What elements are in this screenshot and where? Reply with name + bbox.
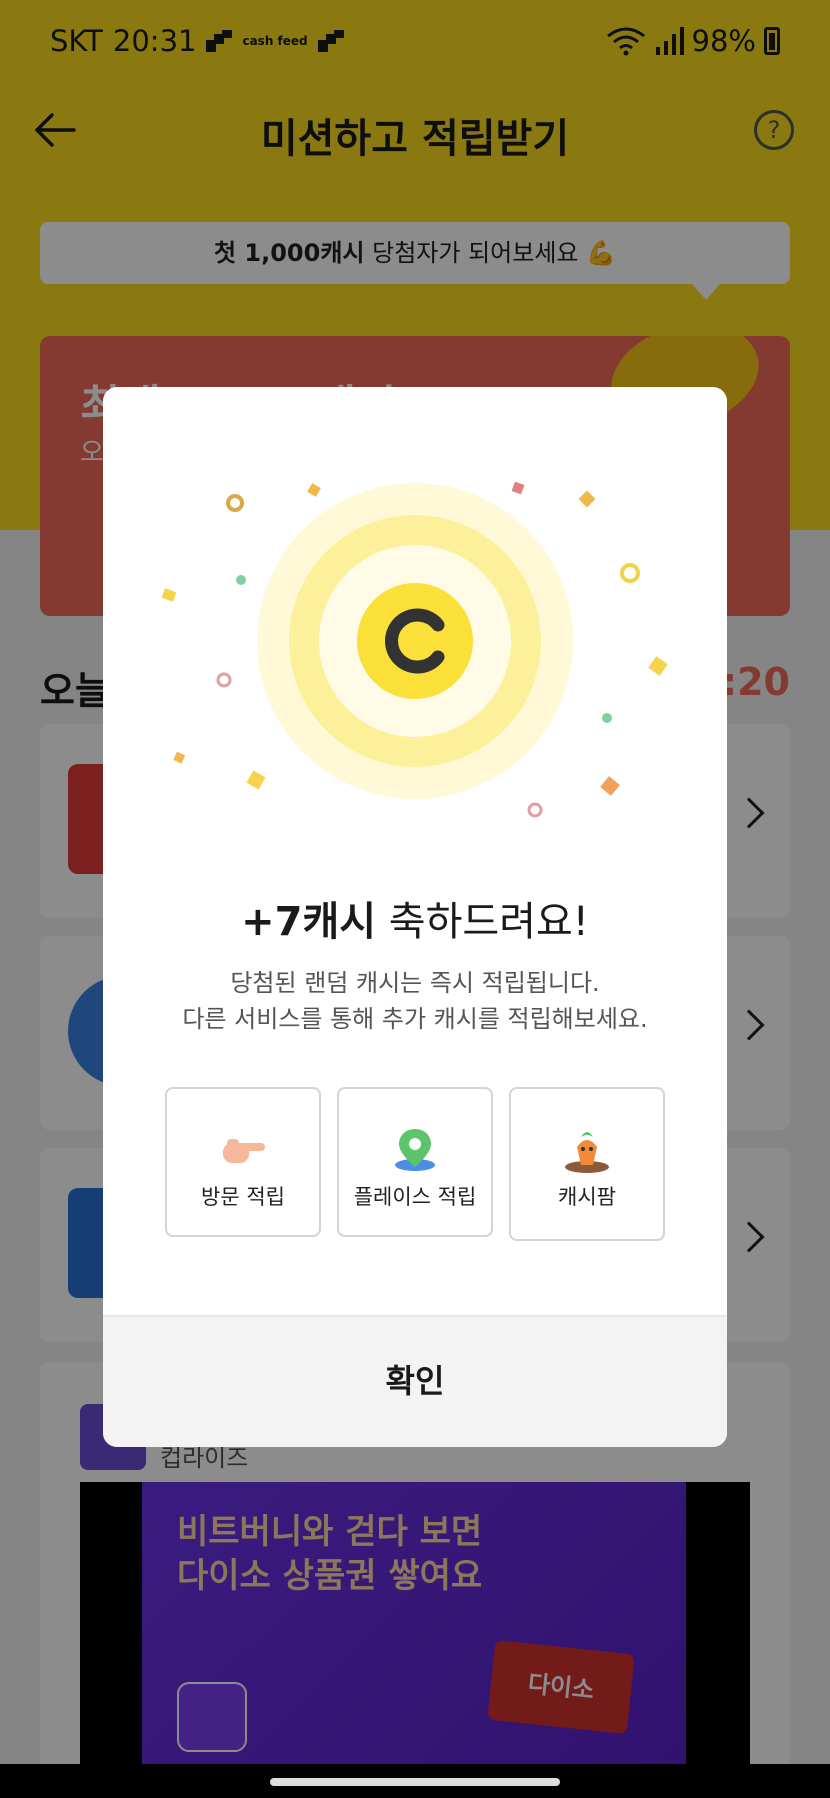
visit-reward-button[interactable]: 방문 적립	[165, 1087, 321, 1237]
shortcut-group: 방문 적립 플레이스 적립 캐시팜	[165, 1087, 665, 1242]
system-nav-bar	[0, 1764, 830, 1798]
dialog-description: 당첨된 랜덤 캐시는 즉시 적립됩니다. 다른 서비스를 통해 추가 캐시를 적립…	[182, 969, 648, 1033]
reward-amount: +7캐시	[241, 899, 377, 945]
place-reward-button[interactable]: 플레이스 적립	[337, 1087, 493, 1237]
place-reward-label: 플레이스 적립	[353, 1185, 477, 1209]
dialog-title-text: 축하드려요!	[376, 899, 589, 945]
reward-dialog: +7캐시 축하드려요! 당첨된 랜덤 캐시는 즉시 적립됩니다. 다른 서비스를 …	[103, 387, 727, 1447]
coin-celebration-icon	[161, 481, 668, 818]
visit-reward-label: 방문 적립	[201, 1185, 285, 1209]
confirm-button[interactable]: 확인	[103, 1315, 727, 1447]
home-gesture-handle[interactable]	[270, 1778, 560, 1786]
carrot-icon	[565, 1132, 609, 1173]
cash-farm-label: 캐시팜	[558, 1185, 616, 1209]
pointing-hand-icon	[223, 1139, 265, 1163]
cash-farm-button[interactable]: 캐시팜	[509, 1087, 665, 1241]
map-pin-icon	[395, 1129, 435, 1171]
dialog-title: +7캐시 축하드려요!	[103, 889, 727, 947]
